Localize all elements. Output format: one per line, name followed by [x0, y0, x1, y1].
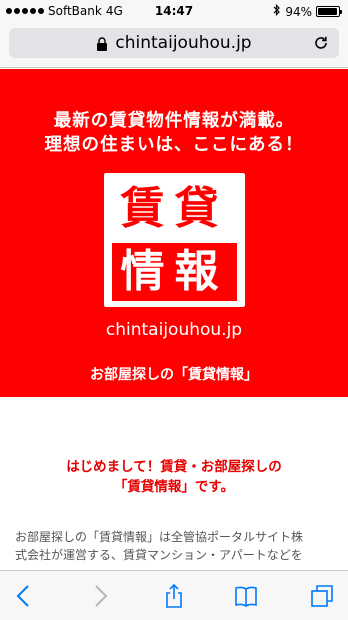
- hero-banner: 最新の賃貸物件情報が満載。 理想の住まいは、ここにある！ 賃貸 情報 chint…: [0, 69, 348, 397]
- bookmarks-icon[interactable]: [234, 584, 258, 608]
- url-field[interactable]: chintaijouhou.jp: [9, 28, 339, 58]
- forward-icon[interactable]: [88, 584, 112, 608]
- site-logo[interactable]: 賃貸 情報: [104, 173, 245, 307]
- battery-percent: 94%: [285, 4, 312, 19]
- hero-subtitle: お部屋探しの「賃貸情報」: [90, 367, 258, 383]
- intro-heading: はじめまして！賃貸・お部屋探しの 「賃貸情報」です。: [0, 457, 348, 497]
- intro-body-line1: お部屋探しの「賃貸情報」は全管協ポータルサイト株: [15, 530, 304, 544]
- intro-heading-line1: はじめまして！賃貸・お部屋探しの: [66, 459, 282, 475]
- reload-icon[interactable]: [312, 34, 330, 52]
- intro-section: はじめまして！賃貸・お部屋探しの 「賃貸情報」です。 お部屋探しの「賃貸情報」は…: [0, 397, 348, 562]
- back-icon[interactable]: [12, 584, 36, 608]
- screen: SoftBank 4G 14:47 94% chintaijouhou.jp 最…: [0, 0, 348, 620]
- intro-heading-line2: 「賃貸情報」です。: [113, 479, 235, 495]
- browser-toolbar: [0, 570, 348, 620]
- intro-body: お部屋探しの「賃貸情報」は全管協ポータルサイト株 式会社が運営する、賃貸マンショ…: [15, 528, 336, 564]
- hero-headline-line2: 理想の住まいは、ここにある！: [44, 135, 304, 155]
- url-text: chintaijouhou.jp: [115, 33, 252, 53]
- logo-text-bottom: 情報: [112, 243, 237, 301]
- logo-text-top: 賃貸: [120, 183, 229, 234]
- hero-headline: 最新の賃貸物件情報が満載。 理想の住まいは、ここにある！: [0, 109, 348, 157]
- intro-body-line2: 式会社が運営する、賃貸マンション・アパートなどを: [15, 548, 303, 562]
- tabs-icon[interactable]: [310, 584, 334, 608]
- bluetooth-icon: [273, 4, 281, 19]
- lock-icon: [96, 36, 108, 51]
- hero-headline-line1: 最新の賃貸物件情報が満載。: [53, 111, 295, 131]
- battery-icon: [316, 6, 342, 17]
- browser-address-bar: chintaijouhou.jp: [0, 22, 348, 68]
- status-right: 94%: [273, 4, 342, 19]
- status-bar: SoftBank 4G 14:47 94%: [0, 0, 348, 22]
- share-icon[interactable]: [162, 583, 186, 608]
- hero-domain: chintaijouhou.jp: [105, 320, 243, 340]
- battery-fill: [318, 8, 337, 15]
